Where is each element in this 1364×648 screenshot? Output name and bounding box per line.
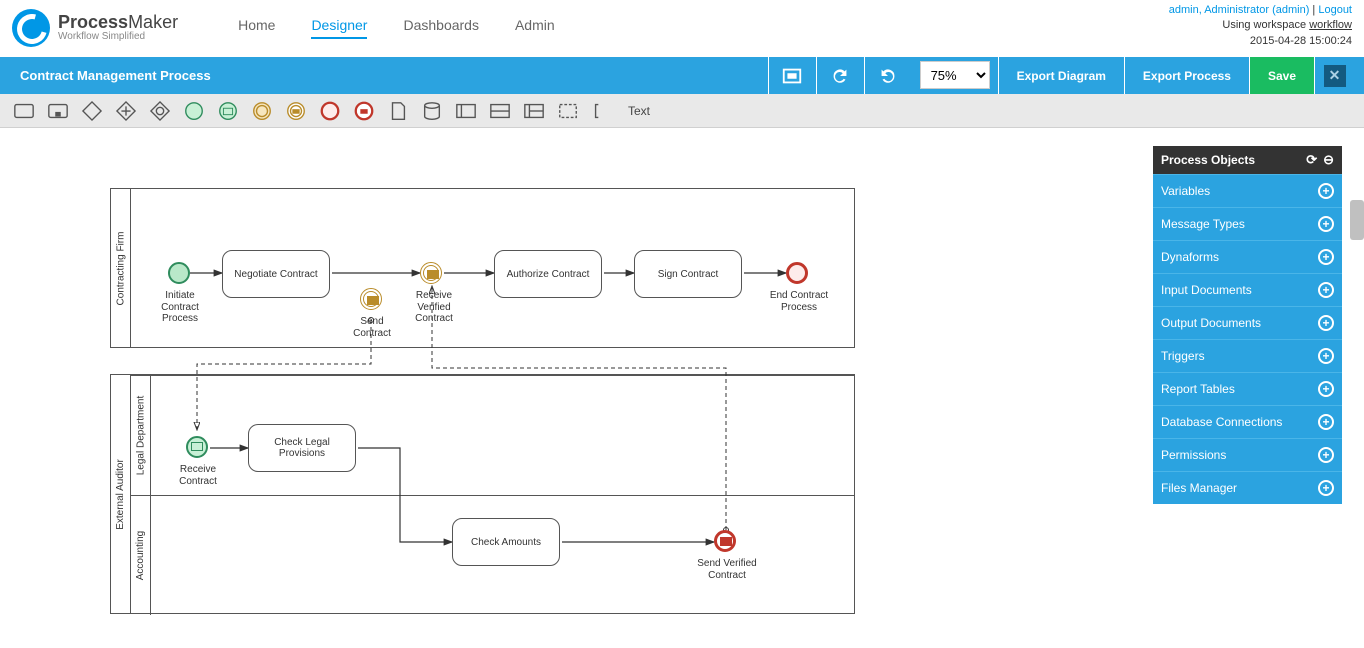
gateway-inclusive-tool[interactable] — [146, 99, 174, 123]
intermediate-throw-tool[interactable] — [282, 99, 310, 123]
logo[interactable]: ProcessMaker Workflow Simplified — [12, 9, 178, 47]
nav-admin[interactable]: Admin — [515, 17, 555, 39]
end-event-tool[interactable] — [316, 99, 344, 123]
add-icon[interactable]: + — [1318, 348, 1334, 364]
panel-item-dynaforms[interactable]: Dynaforms+ — [1153, 240, 1342, 273]
label-receive-verified: Receive Verified Contract — [404, 290, 464, 325]
task-sign-contract[interactable]: Sign Contract — [634, 250, 742, 298]
subprocess-tool[interactable] — [44, 99, 72, 123]
nav-home[interactable]: Home — [238, 17, 275, 39]
add-icon[interactable]: + — [1318, 249, 1334, 265]
end-message-tool[interactable] — [350, 99, 378, 123]
panel-item-report-tables[interactable]: Report Tables+ — [1153, 372, 1342, 405]
gateway-exclusive-tool[interactable] — [78, 99, 106, 123]
undo-button[interactable] — [864, 57, 912, 94]
label-send-contract: Send Contract — [350, 316, 394, 339]
add-icon[interactable]: + — [1318, 480, 1334, 496]
add-icon[interactable]: + — [1318, 183, 1334, 199]
save-button[interactable]: Save — [1249, 57, 1314, 94]
redo-button[interactable] — [816, 57, 864, 94]
user-info: admin, Administrator (admin) | Logout Us… — [1169, 3, 1352, 49]
collapse-icon[interactable]: ⊖ — [1323, 152, 1334, 168]
close-button[interactable]: ✕ — [1314, 57, 1354, 94]
panel-item-files-manager[interactable]: Files Manager+ — [1153, 471, 1342, 504]
process-toolbar: Contract Management Process 75% Export D… — [0, 57, 1364, 94]
start-event-initiate[interactable] — [168, 262, 190, 284]
panel-item-triggers[interactable]: Triggers+ — [1153, 339, 1342, 372]
pool-title-contracting-firm: Contracting Firm — [111, 189, 131, 347]
workspace-name[interactable]: workflow — [1309, 19, 1352, 31]
lane-title-legal: Legal Department — [131, 376, 151, 495]
fullscreen-button[interactable] — [768, 57, 816, 94]
brand-title: ProcessMaker — [58, 13, 178, 32]
start-message-tool[interactable] — [214, 99, 242, 123]
gateway-parallel-tool[interactable] — [112, 99, 140, 123]
logo-icon — [12, 9, 50, 47]
text-tool-label[interactable]: Text — [628, 104, 650, 118]
lane-tool[interactable] — [486, 99, 514, 123]
pool-tool[interactable] — [452, 99, 480, 123]
nav-dashboards[interactable]: Dashboards — [403, 17, 479, 39]
header-timestamp: 2015-04-28 15:00:24 — [1169, 34, 1352, 49]
end-event[interactable] — [786, 262, 808, 284]
intermediate-catch-tool[interactable] — [248, 99, 276, 123]
add-icon[interactable]: + — [1318, 447, 1334, 463]
panel-item-permissions[interactable]: Permissions+ — [1153, 438, 1342, 471]
user-link[interactable]: admin, Administrator (admin) — [1169, 4, 1310, 16]
label-initiate: Initiate Contract Process — [150, 290, 210, 325]
export-process-button[interactable]: Export Process — [1124, 57, 1249, 94]
group-tool[interactable] — [554, 99, 582, 123]
process-objects-title: Process Objects — [1161, 153, 1255, 167]
pool-title-external-auditor: External Auditor — [111, 375, 131, 613]
event-receive-verified[interactable] — [420, 262, 442, 284]
blackbox-pool-tool[interactable] — [520, 99, 548, 123]
panel-item-input-documents[interactable]: Input Documents+ — [1153, 273, 1342, 306]
label-send-verified: Send Verified Contract — [690, 558, 764, 581]
add-icon[interactable]: + — [1318, 315, 1334, 331]
task-negotiate-contract[interactable]: Negotiate Contract — [222, 250, 330, 298]
label-end: End Contract Process — [764, 290, 834, 313]
shape-palette: Text — [0, 94, 1364, 128]
start-event-tool[interactable] — [180, 99, 208, 123]
task-check-legal[interactable]: Check Legal Provisions — [248, 424, 356, 472]
data-object-tool[interactable] — [384, 99, 412, 123]
add-icon[interactable]: + — [1318, 414, 1334, 430]
scrollbar-thumb[interactable] — [1350, 200, 1364, 240]
refresh-icon[interactable]: ⟳ — [1306, 152, 1317, 168]
label-receive-contract: Receive Contract — [170, 464, 226, 487]
panel-item-message-types[interactable]: Message Types+ — [1153, 207, 1342, 240]
main-nav: Home Designer Dashboards Admin — [238, 17, 555, 39]
zoom-select[interactable]: 75% — [920, 61, 990, 89]
boundary-send-contract[interactable] — [360, 288, 382, 310]
add-icon[interactable]: + — [1318, 381, 1334, 397]
app-header: ProcessMaker Workflow Simplified Home De… — [0, 0, 1364, 57]
task-check-amounts[interactable]: Check Amounts — [452, 518, 560, 566]
add-icon[interactable]: + — [1318, 282, 1334, 298]
brand-subtitle: Workflow Simplified — [58, 32, 178, 43]
workspace-prefix: Using workspace — [1222, 19, 1309, 31]
data-store-tool[interactable] — [418, 99, 446, 123]
task-authorize-contract[interactable]: Authorize Contract — [494, 250, 602, 298]
task-tool[interactable] — [10, 99, 38, 123]
process-title: Contract Management Process — [20, 57, 211, 94]
lane-title-accounting: Accounting — [131, 496, 151, 615]
text-annotation-tool[interactable] — [588, 99, 616, 123]
event-send-verified[interactable] — [714, 530, 736, 552]
panel-item-variables[interactable]: Variables+ — [1153, 174, 1342, 207]
process-objects-panel: Process Objects ⟳ ⊖ Variables+ Message T… — [1153, 146, 1342, 504]
logout-link[interactable]: Logout — [1318, 4, 1352, 16]
process-objects-header: Process Objects ⟳ ⊖ — [1153, 146, 1342, 174]
nav-designer[interactable]: Designer — [311, 17, 367, 39]
add-icon[interactable]: + — [1318, 216, 1334, 232]
lane-legal-department[interactable]: Legal Department — [131, 375, 854, 495]
export-diagram-button[interactable]: Export Diagram — [998, 57, 1124, 94]
event-receive-contract[interactable] — [186, 436, 208, 458]
panel-item-output-documents[interactable]: Output Documents+ — [1153, 306, 1342, 339]
panel-item-database-connections[interactable]: Database Connections+ — [1153, 405, 1342, 438]
